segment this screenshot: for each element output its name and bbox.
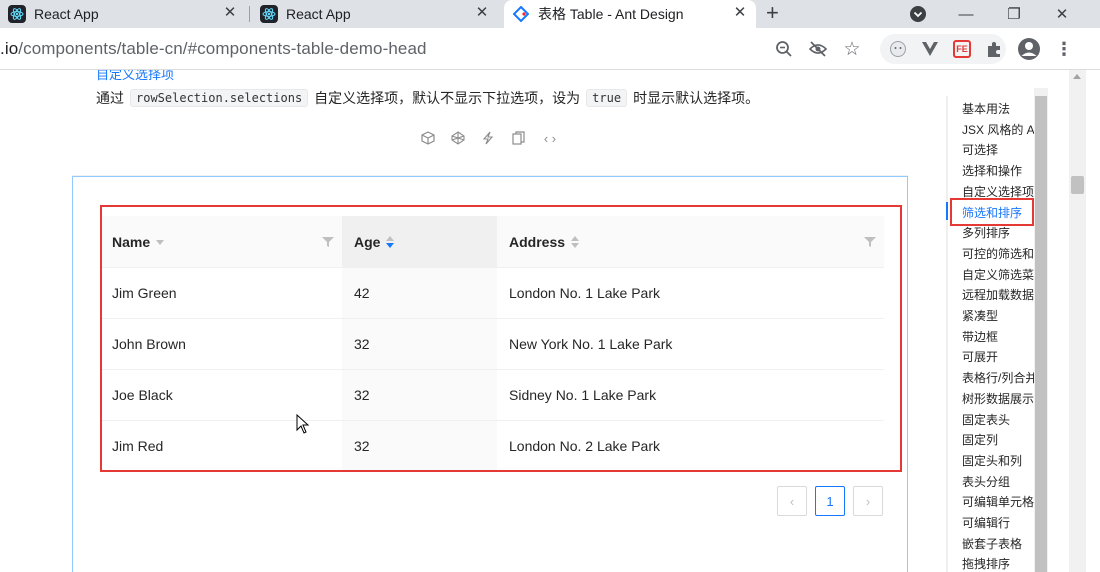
anchor-item[interactable]: 可展开: [962, 348, 1034, 365]
url-field[interactable]: .io/components/table-cn/#components-tabl…: [0, 39, 427, 59]
codesandbox-icon[interactable]: [420, 130, 436, 146]
new-tab-icon[interactable]: +: [766, 2, 779, 24]
desc-text: 时显示默认选择项。: [633, 90, 760, 106]
browser-tab-1[interactable]: React App ✕: [0, 0, 246, 28]
extension-vue-icon[interactable]: [918, 37, 942, 61]
browser-tab-strip: React App ✕ React App ✕ 表格 Table - Ant D…: [0, 0, 1100, 28]
demo-actions: ‹ ›: [420, 130, 560, 146]
anchor-item[interactable]: 可选择: [962, 141, 1034, 158]
anchor-item[interactable]: 树形数据展示: [962, 390, 1034, 407]
mouse-cursor-icon: [296, 414, 310, 434]
copy-code-icon[interactable]: [510, 130, 526, 146]
anchor-item[interactable]: 表格行/列合并: [962, 369, 1034, 386]
anchor-item[interactable]: 自定义筛选菜单: [962, 266, 1034, 283]
page-1-button[interactable]: 1: [815, 486, 845, 516]
prev-page-button[interactable]: ‹: [777, 486, 807, 516]
pagination: ‹ 1 ›: [777, 486, 883, 516]
anchor-item[interactable]: 可编辑行: [962, 514, 1034, 531]
anchor-item[interactable]: 多列排序: [962, 224, 1034, 241]
page-scroll-thumb[interactable]: [1071, 176, 1084, 194]
code-true: true: [586, 89, 628, 107]
anchor-item[interactable]: 选择和操作: [962, 162, 1034, 179]
close-tab-icon[interactable]: ✕: [474, 5, 490, 21]
bookmark-star-icon[interactable]: ☆: [840, 37, 864, 61]
tab-title: 表格 Table - Ant Design: [538, 6, 684, 22]
anchor-item[interactable]: 可控的筛选和排序: [962, 245, 1034, 262]
browser-tab-2[interactable]: React App ✕: [252, 0, 498, 28]
close-tab-icon[interactable]: ✕: [222, 5, 238, 21]
code-selections: rowSelection.selections: [130, 89, 309, 107]
url-path: /components/table-cn/#components-table-d…: [18, 39, 427, 58]
close-window-icon[interactable]: ✕: [1038, 0, 1086, 28]
anchor-item[interactable]: 固定头和列: [962, 452, 1034, 469]
restore-icon[interactable]: ❐: [990, 0, 1038, 28]
highlight-box: [100, 205, 902, 472]
anchor-item[interactable]: 远程加载数据: [962, 286, 1034, 303]
minimize-icon[interactable]: —: [942, 0, 990, 28]
browser-menu-icon[interactable]: ⋮: [1052, 37, 1076, 61]
tab-separator: [249, 6, 250, 22]
zoom-icon[interactable]: [772, 37, 796, 61]
anchor-item[interactable]: 可编辑单元格: [962, 493, 1034, 510]
show-code-icon[interactable]: ‹ ›: [540, 130, 560, 146]
anchor-item[interactable]: 嵌套子表格: [962, 535, 1034, 552]
anchor-item[interactable]: 拖拽排序: [962, 555, 1034, 572]
scroll-up-arrow-icon[interactable]: [1073, 74, 1081, 79]
tab-search-icon[interactable]: [894, 0, 942, 28]
stackblitz-icon[interactable]: [480, 130, 496, 146]
anchor-active-marker: [946, 202, 948, 220]
extension-fe-icon[interactable]: FE: [950, 37, 974, 61]
tracking-blocked-icon[interactable]: [806, 37, 830, 61]
desc-text: 通过: [96, 90, 124, 106]
anchor-item[interactable]: 固定表头: [962, 411, 1034, 428]
fe-badge: FE: [953, 40, 971, 58]
tab-title: React App: [34, 6, 99, 22]
tab-title: React App: [286, 6, 351, 22]
anchor-track: [946, 96, 948, 572]
extensions-puzzle-icon[interactable]: [982, 37, 1006, 61]
profile-avatar-icon[interactable]: [1017, 37, 1041, 61]
codepen-icon[interactable]: [450, 130, 466, 146]
extension-face-icon[interactable]: [886, 37, 910, 61]
anchor-item[interactable]: 带边框: [962, 328, 1034, 345]
url-host: .io: [0, 39, 19, 58]
next-page-button[interactable]: ›: [853, 486, 883, 516]
address-bar: .io/components/table-cn/#components-tabl…: [0, 28, 1100, 70]
anchor-item[interactable]: 基本用法: [962, 100, 1034, 117]
close-tab-icon[interactable]: ✕: [732, 5, 748, 21]
anchor-scroll-thumb[interactable]: [1035, 96, 1047, 572]
anchor-item[interactable]: 固定列: [962, 431, 1034, 448]
desc-text: 自定义选择项，默认不显示下拉选项，设为: [314, 90, 581, 106]
ant-design-logo-icon: [512, 5, 530, 23]
demo-description: 通过 rowSelection.selections 自定义选择项，默认不显示下…: [96, 88, 759, 108]
browser-tab-3[interactable]: 表格 Table - Ant Design ✕: [504, 0, 756, 28]
react-logo-icon: [8, 5, 26, 23]
react-logo-icon: [260, 5, 278, 23]
section-title-link[interactable]: 自定义选择项: [96, 70, 174, 83]
anchor-item[interactable]: 紧凑型: [962, 307, 1034, 324]
anchor-highlight-box: [950, 198, 1034, 226]
anchor-item[interactable]: JSX 风格的 API: [962, 121, 1034, 138]
anchor-item[interactable]: 表头分组: [962, 473, 1034, 490]
page-scrollbar[interactable]: [1069, 70, 1086, 572]
page-content: 自定义选择项 通过 rowSelection.selections 自定义选择项…: [0, 70, 1100, 572]
